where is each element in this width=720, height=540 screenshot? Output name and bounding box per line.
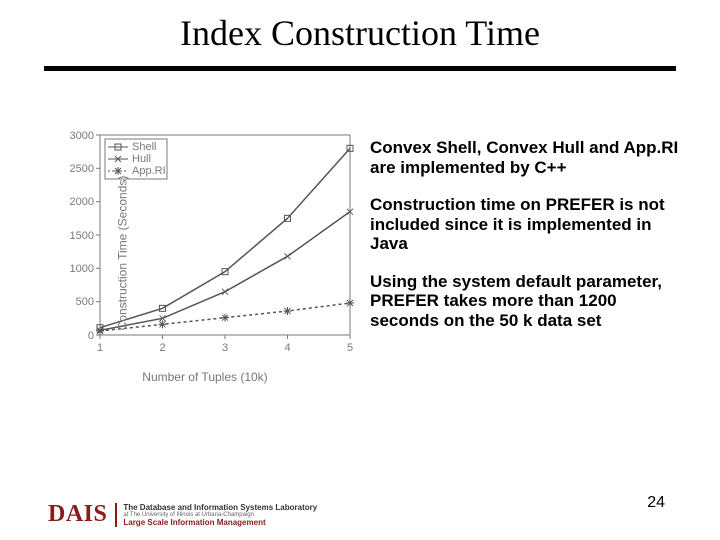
logo-text: The Database and Information Systems Lab…	[115, 503, 317, 527]
chart-xlabel: Number of Tuples (10k)	[50, 370, 360, 384]
y-tick-3: 1500	[70, 230, 94, 242]
slide: Index Construction Time Construction Tim…	[0, 0, 720, 540]
x-tick-1: 2	[159, 342, 165, 354]
x-tick-4: 5	[347, 342, 353, 354]
title-underline	[44, 66, 676, 71]
y-tick-labels: 0 500 1000 1500 2000 2500 3000	[70, 130, 94, 342]
legend: Shell Hull App.RI	[105, 139, 167, 179]
x-tick-3: 4	[284, 342, 290, 354]
bullets: Convex Shell, Convex Hull and App.RI are…	[370, 138, 680, 348]
y-tick-2: 1000	[70, 263, 94, 275]
logo-mark: DAIS	[48, 501, 107, 528]
y-tick-0: 0	[88, 330, 94, 342]
x-tick-2: 3	[222, 342, 228, 354]
y-tick-6: 3000	[70, 130, 94, 142]
bullet-1: Convex Shell, Convex Hull and App.RI are…	[370, 138, 680, 177]
x-tick-0: 1	[97, 342, 103, 354]
logo: DAIS The Database and Information System…	[48, 501, 348, 528]
legend-item-hull: Hull	[132, 153, 151, 165]
chart: Construction Time (Seconds) 0 500 1000 1…	[50, 125, 360, 380]
x-tick-labels: 1 2 3 4 5	[97, 342, 353, 354]
page-number: 24	[647, 494, 665, 512]
legend-item-shell: Shell	[132, 141, 156, 153]
legend-item-appri: App.RI	[132, 165, 166, 177]
logo-line2: Large Scale Information Management	[123, 518, 317, 527]
y-tick-1: 500	[76, 296, 94, 308]
chart-ylabel: Construction Time (Seconds)	[115, 175, 129, 330]
bullet-3: Using the system default parameter, PREF…	[370, 272, 680, 331]
y-tick-4: 2000	[70, 196, 94, 208]
chart-svg: 0 500 1000 1500 2000 2500 3000 1 2 3 4	[50, 125, 360, 380]
bullet-2: Construction time on PREFER is not inclu…	[370, 195, 680, 254]
y-axis-ticks	[96, 135, 100, 335]
y-tick-5: 2500	[70, 163, 94, 175]
page-title: Index Construction Time	[0, 12, 720, 54]
logo-line1: The Database and Information Systems Lab…	[123, 503, 317, 512]
x-axis-ticks	[100, 335, 350, 339]
